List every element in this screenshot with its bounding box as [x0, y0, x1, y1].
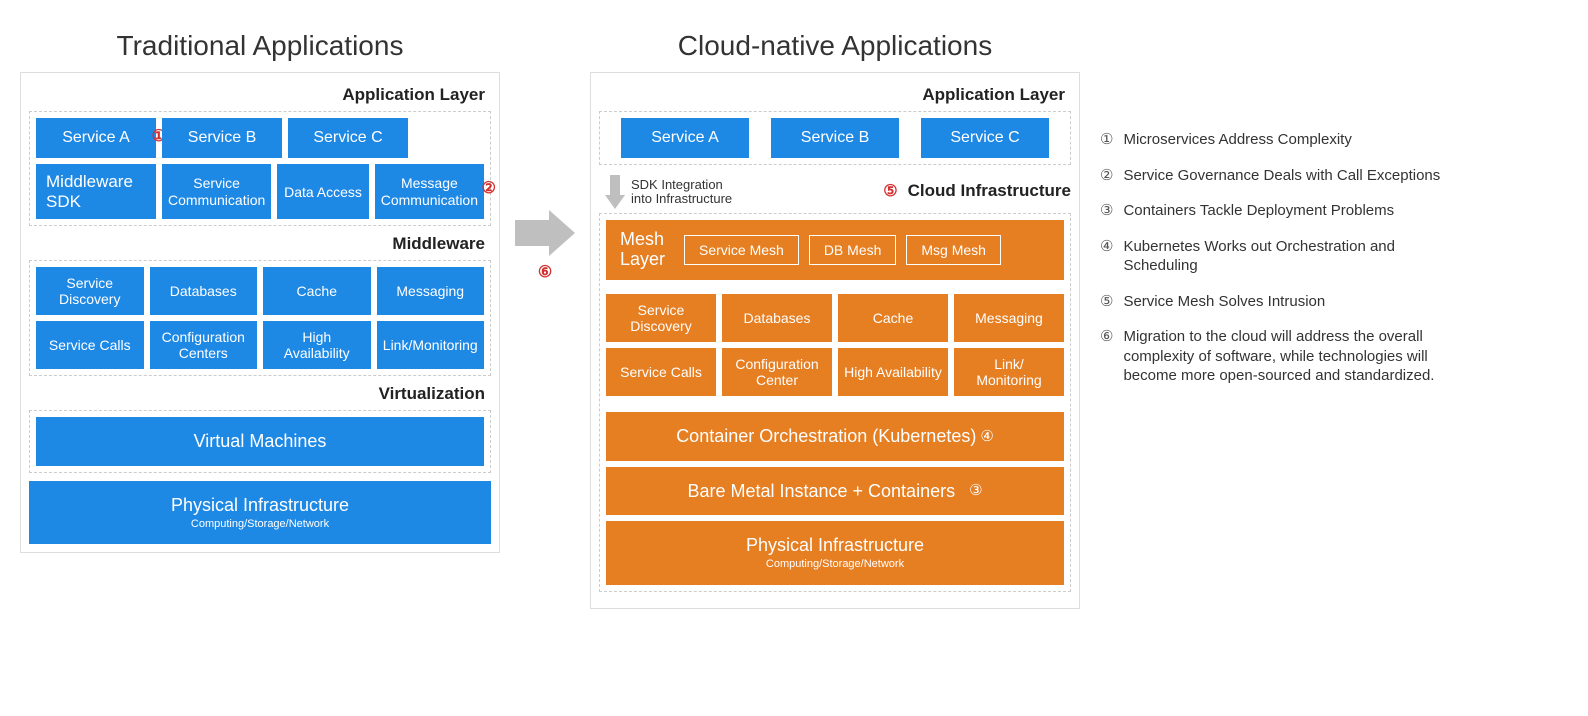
- transition-arrow-column: ⑥: [510, 30, 580, 282]
- legend-item-4: ④ Kubernetes Works out Orchestration and…: [1100, 237, 1470, 276]
- legend-text-3: Containers Tackle Deployment Problems: [1123, 201, 1394, 221]
- mw-cache: Cache: [263, 267, 371, 315]
- legend-text-4: Kubernetes Works out Orchestration and S…: [1123, 237, 1470, 276]
- diagram-root: Traditional Applications Application Lay…: [20, 30, 1568, 609]
- bare-metal-label: Bare Metal Instance + Containers: [687, 481, 955, 502]
- cloud-infrastructure: Mesh Layer Service Mesh DB Mesh Msg Mesh…: [599, 213, 1071, 592]
- mw-high-availability: High Availability: [263, 321, 371, 369]
- ci-config-center: Configuration Center: [722, 348, 832, 396]
- ci-cache: Cache: [838, 294, 948, 342]
- cloud-column: Cloud-native Applications Application La…: [590, 30, 1080, 609]
- ci-service-calls: Service Calls: [606, 348, 716, 396]
- traditional-middleware: Service Discovery Databases Cache Messag…: [29, 260, 491, 376]
- cloud-app-layer-label: Application Layer: [599, 85, 1065, 105]
- down-arrow-icon: [605, 175, 625, 209]
- sdk-item-3: Message Communication: [375, 164, 484, 219]
- service-a-box: Service A ①: [36, 118, 156, 158]
- ci-high-availability: High Availability: [838, 348, 948, 396]
- marker-2: ②: [482, 178, 496, 198]
- cloud-service-c: Service C: [921, 118, 1049, 158]
- mw-service-discovery: Service Discovery: [36, 267, 144, 315]
- traditional-app-layer: Service A ① Service B Service C Middlewa…: [29, 111, 491, 226]
- cloud-physical-box: Physical Infrastructure Computing/Storag…: [606, 521, 1064, 584]
- sdk-note-text: SDK Integration into Infrastructure: [631, 178, 741, 207]
- ci-link-monitoring: Link/ Monitoring: [954, 348, 1064, 396]
- marker-4: ④: [980, 428, 993, 445]
- legend-item-2: ② Service Governance Deals with Call Exc…: [1100, 166, 1470, 186]
- legend-text-5: Service Mesh Solves Intrusion: [1123, 292, 1325, 312]
- mw-databases: Databases: [150, 267, 258, 315]
- virtualization-label: Virtualization: [29, 384, 485, 404]
- physical-infra-box: Physical Infrastructure Computing/Storag…: [29, 481, 491, 544]
- mesh-layer-row: Mesh Layer Service Mesh DB Mesh Msg Mesh: [606, 220, 1064, 280]
- mesh-db: DB Mesh: [809, 235, 897, 265]
- traditional-column: Traditional Applications Application Lay…: [20, 30, 500, 553]
- legend-num-4: ④: [1100, 237, 1113, 276]
- service-c-box: Service C: [288, 118, 408, 158]
- cloud-infra-label: Cloud Infrastructure: [908, 181, 1071, 201]
- legend-num-5: ⑤: [1100, 292, 1113, 312]
- cloud-title: Cloud-native Applications: [590, 30, 1080, 62]
- physical-infra-label: Physical Infrastructure: [171, 495, 349, 515]
- ci-service-discovery: Service Discovery: [606, 294, 716, 342]
- service-a-label: Service A: [62, 129, 130, 147]
- ci-messaging: Messaging: [954, 294, 1064, 342]
- cloud-physical-sub: Computing/Storage/Network: [746, 558, 924, 571]
- legend-num-2: ②: [1100, 166, 1113, 186]
- legend-num-1: ①: [1100, 130, 1113, 150]
- mw-config-centers: Configuration Centers: [150, 321, 258, 369]
- mesh-service: Service Mesh: [684, 235, 799, 265]
- cloud-app-layer: Service A Service B Service C: [599, 111, 1071, 165]
- mw-messaging: Messaging: [377, 267, 485, 315]
- traditional-title: Traditional Applications: [20, 30, 500, 62]
- legend-item-5: ⑤ Service Mesh Solves Intrusion: [1100, 292, 1470, 312]
- legend-item-3: ③ Containers Tackle Deployment Problems: [1100, 201, 1470, 221]
- legend-num-3: ③: [1100, 201, 1113, 221]
- mesh-msg: Msg Mesh: [906, 235, 1001, 265]
- mesh-layer-title: Mesh Layer: [614, 230, 674, 270]
- middleware-sdk-box: Middleware SDK: [36, 164, 156, 219]
- legend-item-1: ① Microservices Address Complexity: [1100, 130, 1470, 150]
- traditional-virtualization: Virtual Machines: [29, 410, 491, 473]
- legend-text-2: Service Governance Deals with Call Excep…: [1123, 166, 1440, 186]
- bare-metal-box: Bare Metal Instance + Containers ③: [606, 467, 1064, 516]
- legend: ① Microservices Address Complexity ② Ser…: [1090, 30, 1470, 402]
- mw-service-calls: Service Calls: [36, 321, 144, 369]
- service-b-box: Service B: [162, 118, 282, 158]
- middleware-label: Middleware: [29, 234, 485, 254]
- marker-6: ⑥: [538, 262, 552, 282]
- legend-item-6: ⑥ Migration to the cloud will address th…: [1100, 327, 1470, 386]
- mw-link-monitoring: Link/Monitoring: [377, 321, 485, 369]
- legend-text-6: Migration to the cloud will address the …: [1123, 327, 1470, 386]
- sdk-item-1: Service Communication: [162, 164, 271, 219]
- sdk-item-2: Data Access: [277, 164, 368, 219]
- cloud-panel: Application Layer Service A Service B Se…: [590, 72, 1080, 609]
- cloud-physical-label: Physical Infrastructure: [746, 535, 924, 555]
- marker-5: ⑤: [883, 181, 897, 201]
- orchestration-label: Container Orchestration (Kubernetes): [676, 426, 976, 447]
- sdk-integration-note: SDK Integration into Infrastructure: [605, 175, 883, 209]
- app-layer-label: Application Layer: [29, 85, 485, 105]
- cloud-service-b: Service B: [771, 118, 899, 158]
- cloud-service-a: Service A: [621, 118, 749, 158]
- physical-infra-sub: Computing/Storage/Network: [171, 518, 349, 531]
- marker-3: ③: [969, 482, 982, 499]
- legend-text-1: Microservices Address Complexity: [1123, 130, 1351, 150]
- ci-databases: Databases: [722, 294, 832, 342]
- vm-box: Virtual Machines: [36, 417, 484, 466]
- right-arrow-icon: [515, 210, 575, 256]
- orchestration-box: Container Orchestration (Kubernetes) ④: [606, 412, 1064, 461]
- legend-num-6: ⑥: [1100, 327, 1113, 386]
- traditional-panel: Application Layer Service A ① Service B …: [20, 72, 500, 553]
